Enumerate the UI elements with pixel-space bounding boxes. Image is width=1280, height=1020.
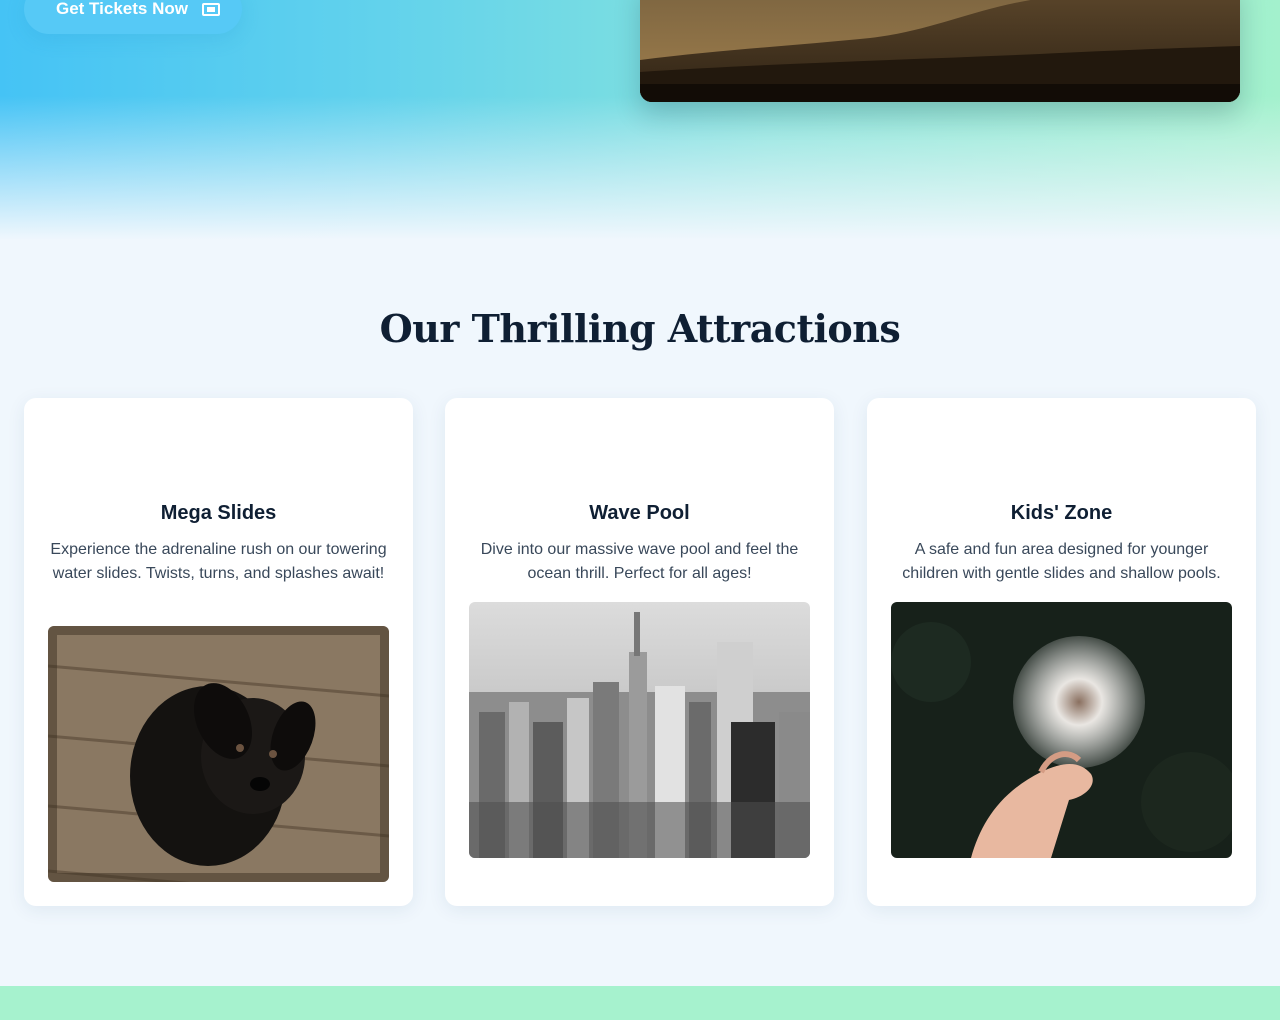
- card-title: Wave Pool: [589, 502, 690, 524]
- hero-image: [640, 0, 1240, 102]
- card-image-puppy: [48, 626, 389, 882]
- attraction-cards: Mega Slides Experience the adrenaline ru…: [24, 398, 1256, 906]
- section-title: Our Thrilling Attractions: [379, 306, 901, 351]
- card-image-skyline: [469, 602, 810, 858]
- attraction-card-wave-pool: Wave Pool Dive into our massive wave poo…: [445, 398, 834, 906]
- card-description: A safe and fun area designed for younger…: [902, 541, 1221, 582]
- hero-section: Get Tickets Now: [0, 0, 1280, 240]
- card-description: Experience the adrenaline rush on our to…: [50, 541, 387, 582]
- card-image-dandelion: [891, 602, 1232, 858]
- ticket-icon: [201, 2, 220, 16]
- attraction-card-mega-slides: Mega Slides Experience the adrenaline ru…: [24, 398, 413, 906]
- footer-band: [0, 986, 1280, 1020]
- get-tickets-label: Get Tickets Now: [56, 0, 188, 18]
- get-tickets-button[interactable]: Get Tickets Now: [24, 0, 242, 34]
- card-title: Kids' Zone: [1010, 502, 1113, 524]
- card-title: Mega Slides: [160, 502, 277, 524]
- card-description: Dive into our massive wave pool and feel…: [480, 541, 799, 582]
- attraction-card-kids-zone: Kids' Zone A safe and fun area designed …: [867, 398, 1256, 906]
